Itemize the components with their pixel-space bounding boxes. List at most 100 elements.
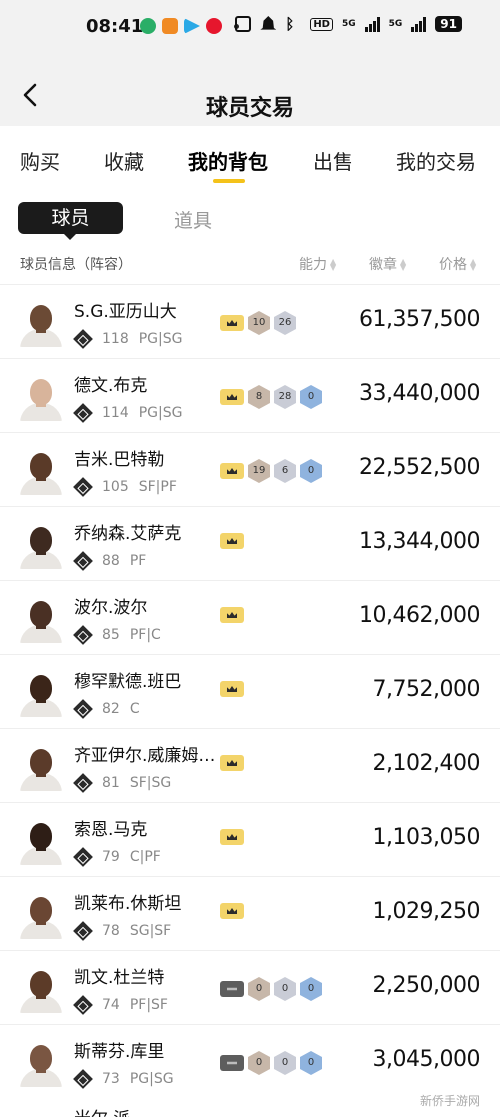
player-row[interactable]: 凯文.杜兰特 74 PF|SF 0 0 0 2,250,000 xyxy=(0,950,500,1024)
rating-diamond-icon xyxy=(73,551,93,571)
player-meta: 73 PG|SG xyxy=(73,1069,174,1089)
player-avatar xyxy=(18,667,64,717)
mute-bell-icon xyxy=(260,16,277,30)
player-row[interactable]: 波尔.波尔 85 PF|C 10,462,000 xyxy=(0,580,500,654)
player-row[interactable]: 吉米.巴特勒 105 SF|PF 19 6 0 22,552,500 xyxy=(0,432,500,506)
player-name: 穆罕默德.班巴 xyxy=(74,672,182,692)
crown-icon xyxy=(220,755,244,771)
page-title: 球员交易 xyxy=(205,96,294,121)
player-row[interactable]: 齐亚伊尔.威廉姆… 81 SF|SG 2,102,400 xyxy=(0,728,500,802)
crown-icon xyxy=(220,389,244,405)
player-price: 13,344,000 xyxy=(359,529,480,554)
player-overall: 82 xyxy=(102,701,120,717)
player-badges xyxy=(220,607,244,623)
sort-arrows-icon: ▲ ▼ xyxy=(470,257,477,272)
tab-sell[interactable]: 出售 xyxy=(313,146,353,175)
player-meta: 74 PF|SF xyxy=(73,995,168,1015)
player-price: 7,752,000 xyxy=(372,677,481,702)
battery-indicator: 91 xyxy=(435,16,462,32)
bronze-badge-count: 10 xyxy=(248,311,270,335)
nfc-icon xyxy=(235,16,252,32)
player-position: PF xyxy=(129,553,147,569)
player-name: 波尔.波尔 xyxy=(74,598,148,618)
bluetooth-icon: ᛒ xyxy=(285,15,295,33)
bronze-badge-count: 0 xyxy=(248,977,270,1001)
player-badges: 000 xyxy=(220,977,322,1001)
network-5g-label-2: 5G xyxy=(388,19,403,29)
player-avatar xyxy=(18,963,64,1013)
tab-buy[interactable]: 购买 xyxy=(20,146,60,175)
sort-ability[interactable]: 能力 ▲ ▼ xyxy=(299,254,336,274)
player-name: 凯文.杜兰特 xyxy=(74,968,165,988)
player-price: 33,440,000 xyxy=(359,381,480,406)
tab-my-backpack[interactable]: 我的背包 xyxy=(188,146,268,175)
rating-diamond-icon xyxy=(73,329,93,349)
watermark: 新侨手游网 xyxy=(413,1090,486,1111)
crown-icon xyxy=(220,463,244,479)
player-overall: 81 xyxy=(102,775,120,791)
bronze-badge-count: 19 xyxy=(248,459,270,483)
crown-icon xyxy=(220,903,244,919)
sort-badge[interactable]: 徽章 ▲ ▼ xyxy=(369,254,406,274)
player-price: 2,250,000 xyxy=(372,973,481,998)
rating-diamond-icon xyxy=(73,921,93,941)
player-meta: 114 PG|SG xyxy=(73,403,182,423)
segment-items[interactable]: 道具 xyxy=(174,206,212,233)
tab-my-trades[interactable]: 我的交易 xyxy=(396,146,476,175)
tab-favorites[interactable]: 收藏 xyxy=(104,146,144,175)
player-row[interactable]: 凯莱布.休斯坦 78 SG|SF 1,029,250 xyxy=(0,876,500,950)
player-row[interactable]: 斯蒂芬.库里 73 PG|SG 0 0 0 3,045,000 xyxy=(0,1024,500,1098)
player-row[interactable]: 德文.布克 114 PG|SG 8 28 0 33,440,000 xyxy=(0,358,500,432)
player-name: 吉米.巴特勒 xyxy=(74,450,165,470)
player-overall: 79 xyxy=(102,849,120,865)
app-orange-icon xyxy=(162,18,178,34)
sort-price[interactable]: 价格 ▲ ▼ xyxy=(439,254,476,274)
nav-header: 球员交易 xyxy=(0,60,500,126)
player-overall: 114 xyxy=(102,405,129,421)
player-meta: 85 PF|C xyxy=(73,625,161,645)
player-name: 乔纳森.艾萨克 xyxy=(74,524,182,544)
signal-bars-icon-2 xyxy=(411,16,427,32)
player-name: 齐亚伊尔.威廉姆… xyxy=(74,746,216,766)
sort-badge-label: 徽章 xyxy=(369,257,397,273)
player-price: 10,462,000 xyxy=(359,603,480,628)
crown-icon xyxy=(220,315,244,331)
player-row[interactable]: 穆罕默德.班巴 82 C 7,752,000 xyxy=(0,654,500,728)
segment-players[interactable]: 球员 xyxy=(18,202,123,234)
player-meta: 118 PG|SG xyxy=(73,329,182,349)
silver-badge-count: 0 xyxy=(274,1051,296,1075)
player-name: 斯蒂芬.库里 xyxy=(74,1042,165,1062)
status-bar: 08:41 ᛒ HD 5G 5G 91 xyxy=(0,0,500,60)
player-avatar xyxy=(18,519,64,569)
player-badges xyxy=(220,681,244,697)
player-overall: 105 xyxy=(102,479,129,495)
crown-icon xyxy=(220,533,244,549)
partial-next-player-name: 米尔.派 xyxy=(74,1104,130,1117)
player-badges xyxy=(220,533,244,549)
notification-icons xyxy=(140,18,239,34)
crown-icon xyxy=(220,1055,244,1071)
player-row[interactable]: S.G.亚历山大 118 PG|SG 10 26 61,357,500 xyxy=(0,284,500,358)
player-badges xyxy=(220,755,244,771)
player-position: PG|SG xyxy=(129,1071,174,1087)
player-position: SG|SF xyxy=(129,923,172,939)
player-name: 索恩.马克 xyxy=(74,820,148,840)
player-badges: 8 28 0 xyxy=(220,385,322,409)
player-avatar xyxy=(18,371,64,421)
player-overall: 74 xyxy=(102,997,120,1013)
crown-icon xyxy=(220,607,244,623)
player-price: 22,552,500 xyxy=(359,455,480,480)
player-name: 凯莱布.休斯坦 xyxy=(74,894,182,914)
player-price: 2,102,400 xyxy=(372,751,481,776)
player-row[interactable]: 索恩.马克 79 C|PF 1,103,050 xyxy=(0,802,500,876)
main-tabs: 购买 收藏 我的背包 出售 我的交易 xyxy=(0,126,500,190)
blue-badge-count: 0 xyxy=(300,1051,322,1075)
player-avatar xyxy=(18,889,64,939)
sort-arrows-icon: ▲ ▼ xyxy=(400,257,407,272)
rating-diamond-icon xyxy=(73,995,93,1015)
bronze-badge-count: 8 xyxy=(248,385,270,409)
player-overall: 118 xyxy=(102,331,129,347)
player-badges: 000 xyxy=(220,1051,322,1075)
player-meta: 79 C|PF xyxy=(73,847,161,867)
player-row[interactable]: 乔纳森.艾萨克 88 PF 13,344,000 xyxy=(0,506,500,580)
